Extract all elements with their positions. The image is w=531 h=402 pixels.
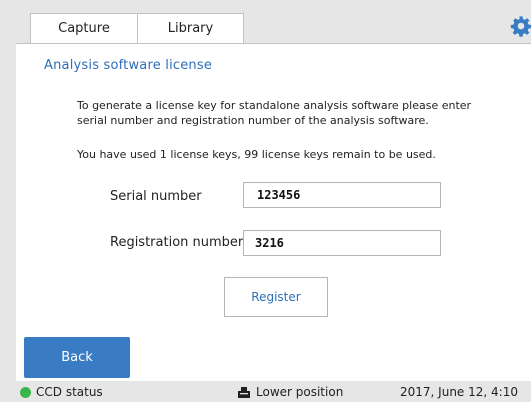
ccd-status-label: CCD status (36, 385, 103, 399)
gear-icon[interactable] (510, 15, 531, 37)
tab-capture[interactable]: Capture (30, 13, 138, 43)
instructions-text: To generate a license key for standalone… (77, 98, 471, 128)
instructions-line-1: To generate a license key for standalone… (77, 99, 472, 112)
serial-number-field[interactable]: 123456 (243, 182, 441, 208)
register-button[interactable]: Register (224, 277, 328, 317)
panel-title: Analysis software license (44, 58, 213, 73)
tab-bar: Capture Library (30, 13, 244, 43)
datetime-label: 2017, June 12, 4:10 (400, 385, 518, 399)
instructions-line-2: serial number and registration number of… (77, 114, 429, 127)
license-panel: Analysis software license To generate a … (16, 43, 531, 381)
registration-number-label: Registration number (110, 235, 244, 250)
status-bar: CCD status Lower position 2017, June 12,… (0, 383, 531, 402)
usage-text: You have used 1 license keys, 99 license… (77, 148, 436, 161)
position-label: Lower position (256, 385, 344, 399)
registration-number-field[interactable]: 3216 (243, 230, 441, 256)
back-button[interactable]: Back (24, 337, 130, 378)
status-dot-icon (20, 387, 31, 398)
tab-library[interactable]: Library (138, 13, 244, 43)
serial-number-label: Serial number (110, 189, 202, 204)
tray-icon (238, 387, 250, 398)
